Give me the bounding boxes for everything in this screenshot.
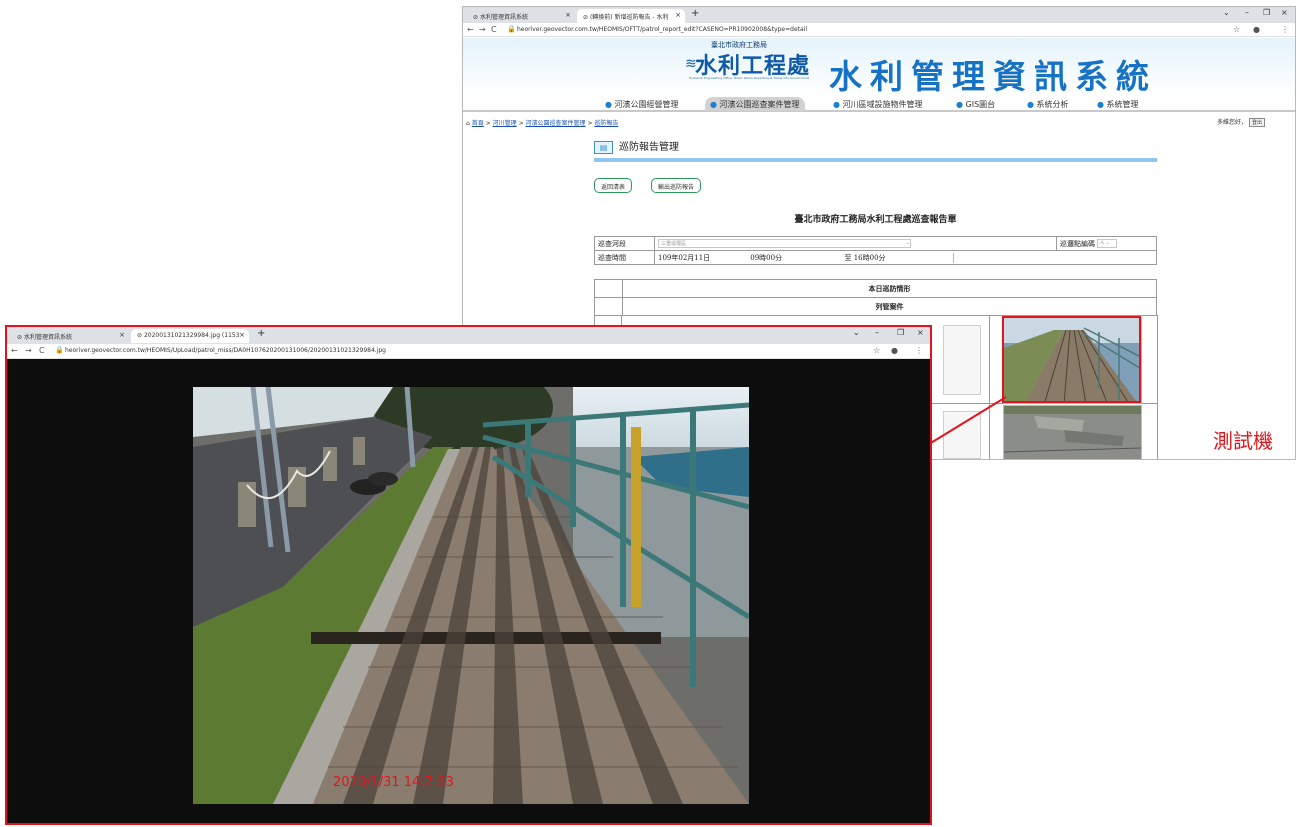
close-tab-icon[interactable]: ×	[565, 11, 571, 19]
river-label: 巡查河段	[594, 236, 655, 251]
forward-icon[interactable]: →	[25, 346, 32, 355]
tab-search-icon[interactable]: ⌄	[853, 328, 860, 337]
maximize-icon[interactable]: ❐	[897, 328, 904, 337]
profile-icon[interactable]: ●	[891, 346, 898, 355]
book-icon: ▤	[594, 140, 613, 154]
url-field[interactable]: heoriver.geovector.com.tw/HEOMIS/OFTT/pa…	[517, 26, 807, 33]
user-greeting: 多維您好， 登出	[1217, 117, 1265, 127]
back-to-list-button[interactable]: 返回清表	[594, 178, 633, 193]
menu-system[interactable]: ● 系統管理	[1097, 99, 1139, 110]
tab-main-system[interactable]: ⊘ 水利管理資訊系統 ×	[467, 9, 575, 23]
tab-search-icon[interactable]: ⌄	[1223, 8, 1230, 17]
thumbnail-highlight-box	[1002, 316, 1141, 403]
menu-park-management[interactable]: ● 河濱公園經營管理	[605, 99, 679, 110]
site-banner: ≋ 臺北市政府工務局 水利工程處 Hydraulic Engineering O…	[463, 38, 1295, 96]
section-subtitle: 列管案件	[622, 297, 1157, 316]
crumb-patrol-report[interactable]: 巡防報告	[594, 120, 618, 127]
tab-strip: ⊘ 水利管理資訊系統 × ⊘ (轉換前) 新增巡防報告 - 水利 × + ⌄ –…	[463, 7, 1295, 23]
tab-strip: ⊘ 水利管理資訊系統 × ⊘ 20200131021329984.jpg (11…	[7, 327, 930, 344]
url-field[interactable]: heoriver.geovector.com.tw/HEOMIS/UpLoad/…	[65, 347, 386, 354]
breadcrumb: ⌂ 首頁 > 河川管理 > 河濱公園巡查案件管理 > 巡防報告	[466, 120, 619, 127]
crumb-home[interactable]: 首頁	[472, 120, 484, 127]
main-menu: ● 河濱公園經營管理 ● 河濱公園巡查案件管理 ● 河川區域設施物件管理 ● G…	[463, 96, 1295, 112]
address-bar: ← → C 🔒 heoriver.geovector.com.tw/HEOMIS…	[7, 344, 930, 359]
maximize-icon[interactable]: ❐	[1263, 8, 1270, 17]
new-tab-icon[interactable]: +	[257, 328, 265, 339]
reload-icon[interactable]: C	[491, 25, 497, 34]
page-title: 巡防報告管理	[619, 142, 679, 153]
lock-icon: 🔒	[507, 25, 516, 33]
crumb-river[interactable]: 河川管理	[493, 120, 517, 127]
tab-patrol-report[interactable]: ⊘ (轉換前) 新增巡防報告 - 水利 ×	[577, 9, 685, 23]
bookmark-star-icon[interactable]: ☆	[1233, 25, 1240, 34]
profile-icon[interactable]: ●	[1253, 25, 1260, 34]
boardwalk-photo: 2020/1/31 14:7:53	[193, 387, 749, 804]
minimize-icon[interactable]: –	[1245, 8, 1249, 17]
close-window-icon[interactable]: ×	[1281, 8, 1288, 17]
start-time-field[interactable]: 09時00分	[750, 253, 842, 263]
time-label: 巡查時間	[594, 250, 655, 265]
address-bar: ← → C 🔒 heoriver.geovector.com.tw/HEOMIS…	[463, 23, 1295, 37]
reload-icon[interactable]: C	[39, 346, 45, 355]
test-machine-label: 測試機	[1213, 429, 1273, 453]
crumb-patrol-cases[interactable]: 河濱公園巡查案件管理	[526, 120, 586, 127]
image-browser-window: ⊘ 水利管理資訊系統 × ⊘ 20200131021329984.jpg (11…	[5, 325, 932, 825]
globe-icon: ⊘	[137, 332, 144, 339]
page-heading: ▤ 巡防報告管理	[594, 138, 679, 154]
system-title: 水利管理資訊系統	[829, 57, 1157, 96]
new-tab-icon[interactable]: +	[691, 8, 699, 19]
menu-analysis[interactable]: ● 系統分析	[1027, 99, 1069, 110]
drop-icon: ●	[833, 100, 840, 109]
boardwalk-image	[193, 387, 749, 804]
time-cell: 109年02月11日 09時00分 至 16時00分	[654, 250, 1157, 265]
thumbnail-photo-2[interactable]	[1003, 405, 1142, 459]
minimize-icon[interactable]: –	[875, 328, 879, 337]
forward-icon[interactable]: →	[479, 25, 486, 34]
close-window-icon[interactable]: ×	[917, 328, 924, 337]
end-time-field[interactable]: 16時00分	[854, 252, 954, 263]
tab-main-system[interactable]: ⊘ 水利管理資訊系統 ×	[11, 329, 129, 343]
report-form: 巡查河段 三重堤堰區 ⌄ 巡邏點編碼 A ⌄ 巡查時間 109年02月11日 09…	[594, 236, 1157, 265]
drop-icon: ●	[1097, 100, 1104, 109]
report-title: 臺北市政府工務局水利工程處巡查報告單	[794, 215, 957, 225]
close-tab-icon[interactable]: ×	[675, 11, 681, 19]
globe-icon: ⊘	[583, 14, 590, 21]
tab-photo[interactable]: ⊘ 20200131021329984.jpg (1153 ×	[131, 329, 249, 343]
heading-divider	[594, 158, 1157, 162]
lock-icon: 🔒	[55, 346, 64, 354]
section-title: 本日巡防情形	[622, 279, 1157, 298]
drop-icon: ●	[956, 100, 963, 109]
point-select[interactable]: A ⌄	[1097, 239, 1118, 248]
point-cell: 巡邏點編碼 A ⌄	[1056, 236, 1157, 251]
export-report-button[interactable]: 輸出巡防報告	[651, 178, 702, 193]
drop-icon: ●	[1027, 100, 1034, 109]
drop-icon: ●	[710, 100, 717, 109]
menu-gis[interactable]: ● GIS圖台	[956, 99, 995, 110]
globe-icon: ⊘	[473, 14, 480, 21]
menu-river-facilities[interactable]: ● 河川區域設施物件管理	[833, 99, 923, 110]
drop-icon: ●	[605, 100, 612, 109]
org-english-name: Hydraulic Engineering Office, Public Wor…	[689, 76, 809, 80]
home-icon: ⌂	[466, 120, 470, 127]
river-cell: 三重堤堰區 ⌄	[654, 236, 1057, 251]
close-tab-icon[interactable]: ×	[119, 331, 125, 339]
menu-dots-icon[interactable]: ⋮	[1281, 25, 1289, 34]
river-select[interactable]: 三重堤堰區 ⌄	[658, 239, 911, 248]
back-icon[interactable]: ←	[467, 25, 474, 34]
globe-icon: ⊘	[17, 334, 24, 341]
patrol-section-table: 本日巡防情形 列管案件	[594, 279, 1157, 316]
bookmark-star-icon[interactable]: ☆	[873, 346, 880, 355]
logout-button[interactable]: 登出	[1248, 118, 1265, 127]
date-field[interactable]: 109年02月11日	[658, 253, 748, 263]
chevron-down-icon: ⌄	[905, 240, 910, 246]
description-textarea[interactable]	[943, 325, 981, 395]
close-tab-icon[interactable]: ×	[239, 331, 245, 339]
back-icon[interactable]: ←	[11, 346, 18, 355]
menu-dots-icon[interactable]: ⋮	[915, 346, 923, 355]
menu-patrol-cases[interactable]: ● 河濱公園巡查案件管理	[705, 97, 805, 111]
photo-timestamp: 2020/1/31 14:7:53	[333, 775, 454, 790]
pavement-photo-thumb	[1004, 406, 1141, 459]
